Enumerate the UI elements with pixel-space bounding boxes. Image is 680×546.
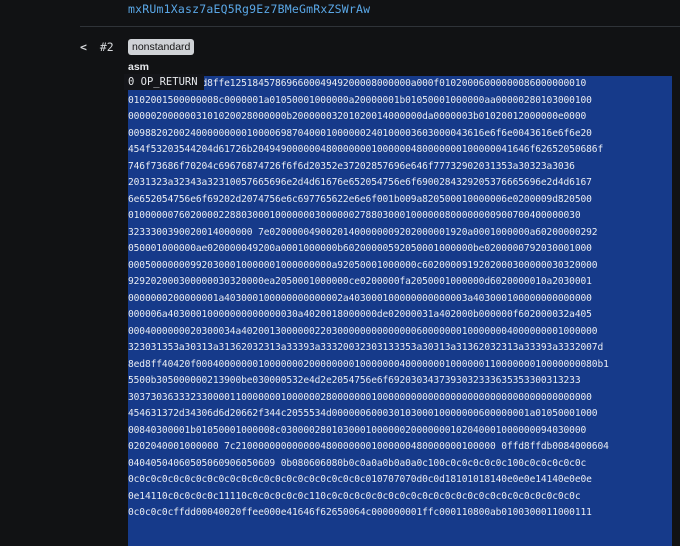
asm-label: asm bbox=[128, 61, 150, 73]
asm-hex-block[interactable]: ffd8ffe12518457869660004949200008000000a… bbox=[128, 76, 672, 522]
asm-line: 000500000009920300010000001000000000a920… bbox=[128, 259, 598, 271]
asm-line: 0098820200240000000001000069870400010000… bbox=[128, 127, 592, 139]
asm-line: 929202000300000030320000ea2050001000000c… bbox=[128, 276, 592, 287]
asm-line: 3037303633323300001100000001000000280000… bbox=[128, 391, 592, 403]
output-index: #2 bbox=[99, 40, 114, 54]
asm-line: 0c0c0c0c0c0c0c0c0c0c0c0c0c0c0c0c0c0c0c0c… bbox=[128, 474, 592, 485]
divider bbox=[80, 26, 680, 27]
asm-line: ffd8ffe12518457869660004949200008000000a… bbox=[128, 78, 587, 89]
asm-line: 0000000200000001a403000100000000000002a4… bbox=[128, 292, 592, 304]
op-return-label: 0 OP_RETURN bbox=[124, 74, 204, 90]
chevron-left-icon[interactable]: < bbox=[80, 40, 87, 54]
asm-line: 0c0c0c0cffdd00040020ffee000e41646f626500… bbox=[128, 507, 592, 518]
output-nav: < #2 bbox=[80, 40, 114, 54]
asm-line: 000006a40300010000000000000030a402001800… bbox=[128, 309, 592, 320]
asm-line: 454f53203544204d61726b204949000000480000… bbox=[128, 144, 604, 155]
asm-line: 3233300390020014000000 7e020000049002014… bbox=[128, 226, 598, 238]
asm-line: 0202040001000000 7c210000000000000480000… bbox=[128, 441, 609, 452]
asm-line: 5500b305000000213900be030000532e4d2e2054… bbox=[128, 375, 581, 386]
top-address-link[interactable]: mxRUm1Xasz7aEQ5Rg9Ez7BMeGmRxZSWrAw bbox=[128, 2, 370, 16]
asm-line: 0100000076020000228803000100000003000000… bbox=[128, 210, 581, 221]
asm-line: 323031353a30313a31362032313a33393a333200… bbox=[128, 342, 604, 353]
asm-line: 0e14110c0c0c0c0c11110c0c0c0c0c0c110c0c0c… bbox=[128, 490, 581, 502]
asm-line: 746f73686f70204c69676874726f6f6d20352e37… bbox=[128, 160, 575, 172]
asm-line: 00840300001b01050001000008c0300002801030… bbox=[128, 424, 587, 436]
asm-line: 0000020000003101020028000000b20000003201… bbox=[128, 111, 587, 122]
asm-line: 8ed8ff40420f0004000000010000000200000000… bbox=[128, 358, 609, 370]
asm-line: 050001000000ae020000049200a0001000000b60… bbox=[128, 243, 592, 254]
asm-line: 2031323a32343a32310057665696e2d4d61676e6… bbox=[128, 177, 592, 188]
script-type-badge: nonstandard bbox=[128, 39, 195, 55]
asm-line: 6e652054756e6f69202d2074756e6c697765622e… bbox=[128, 193, 592, 205]
asm-line: 0004000000020300034a40200130000002203000… bbox=[128, 325, 598, 337]
asm-line: 0102001500000008c0000001a01050001000000a… bbox=[128, 94, 592, 106]
asm-line: 04040504060505060906050609 0b080606080b0… bbox=[128, 457, 587, 469]
asm-line: 454631372d34306d6d20662f344c2055534d0000… bbox=[128, 408, 598, 419]
